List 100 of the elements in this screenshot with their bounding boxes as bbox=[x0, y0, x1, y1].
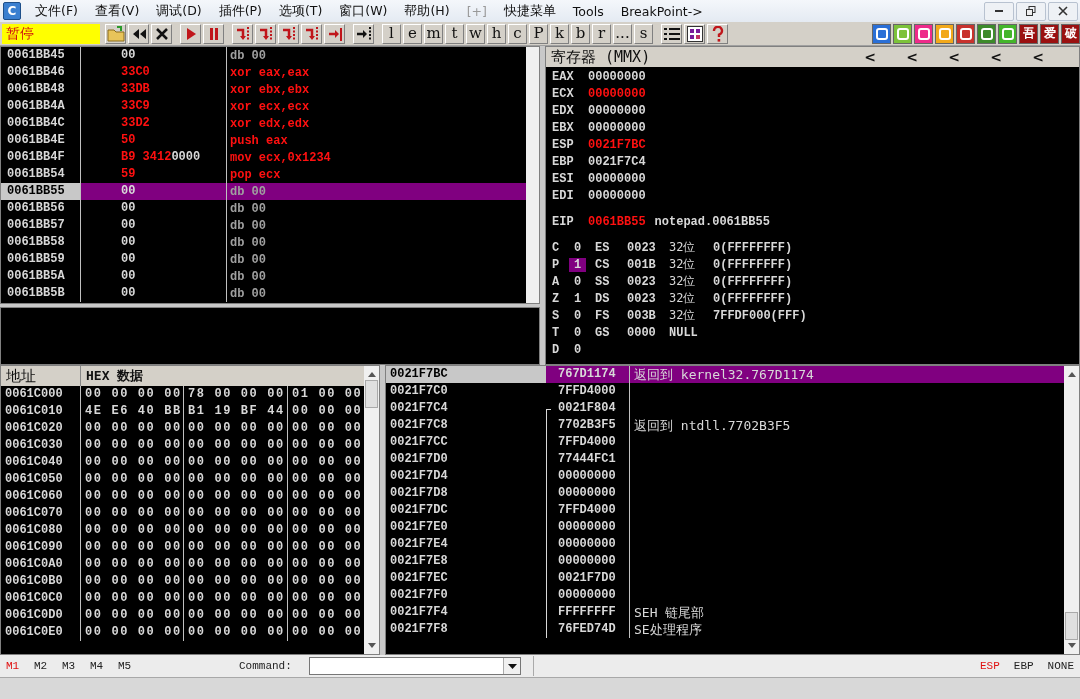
scroll-down-icon[interactable] bbox=[1067, 643, 1076, 648]
menu-item[interactable]: 文件(F) bbox=[27, 2, 87, 20]
dropdown-arrow-icon[interactable] bbox=[507, 663, 517, 669]
app-icon[interactable]: C bbox=[3, 2, 21, 20]
arrow-button[interactable]: < bbox=[933, 49, 975, 65]
flag-value[interactable]: 0 bbox=[569, 274, 586, 289]
value-cell: 7FFD4000 bbox=[552, 383, 630, 400]
window-button[interactable]: h bbox=[487, 23, 506, 44]
flag-value[interactable]: 0 bbox=[569, 308, 586, 323]
dump-tab[interactable]: M3 bbox=[56, 660, 84, 672]
stack-mode-tab[interactable]: ESP bbox=[979, 660, 1000, 672]
address-cell: 0061BB4A bbox=[1, 98, 81, 115]
scroll-thumb[interactable] bbox=[1065, 612, 1078, 640]
scroll-down-icon[interactable] bbox=[367, 643, 376, 648]
scroll-thumb[interactable] bbox=[365, 380, 378, 408]
column-header[interactable]: HEX 数据 bbox=[81, 366, 144, 386]
window-button[interactable]: k bbox=[550, 23, 569, 44]
command-field[interactable] bbox=[309, 657, 521, 675]
scroll-up-icon[interactable] bbox=[1067, 372, 1076, 377]
menu-item[interactable]: 查看(V) bbox=[86, 2, 149, 20]
scrollbar[interactable] bbox=[1064, 366, 1079, 654]
hex-cell-text: 00 00 00 bbox=[291, 505, 363, 522]
address-cell-text: 0021F7C4 bbox=[389, 400, 449, 417]
register-value[interactable]: 00000000 bbox=[588, 69, 646, 84]
register-value[interactable]: 00000000 bbox=[588, 120, 646, 135]
register-value[interactable]: 0061BB55 bbox=[588, 214, 646, 229]
window-button[interactable]: r bbox=[592, 23, 611, 44]
restore-button[interactable] bbox=[1016, 1, 1046, 21]
plugin-icon[interactable] bbox=[956, 23, 975, 44]
arrow-button[interactable]: < bbox=[975, 49, 1017, 65]
menu-item[interactable]: Tools bbox=[564, 3, 613, 19]
flag-value[interactable]: 0 bbox=[569, 240, 586, 255]
menu-item[interactable]: 调试(D) bbox=[148, 2, 211, 20]
plugin-icon[interactable] bbox=[998, 23, 1017, 44]
scrollbar[interactable] bbox=[526, 47, 539, 303]
open-folder-icon[interactable] bbox=[105, 23, 126, 44]
plugin-icon[interactable] bbox=[977, 23, 996, 44]
menu-item[interactable]: 选项(T) bbox=[270, 2, 332, 20]
menu-item[interactable]: BreakPoint-> bbox=[612, 3, 712, 19]
register-value[interactable]: 00000000 bbox=[588, 188, 646, 203]
window-button[interactable]: P bbox=[529, 23, 548, 44]
register-value[interactable]: 0021F7BC bbox=[588, 137, 646, 152]
column-header[interactable]: 地址 bbox=[1, 366, 81, 386]
window-button[interactable]: l bbox=[382, 23, 401, 44]
arrow-button[interactable]: < bbox=[1017, 49, 1059, 65]
plugin-button[interactable]: 吾 bbox=[1019, 23, 1038, 44]
list-icon[interactable] bbox=[661, 23, 682, 44]
hex-cell: 00 00 00 00 bbox=[184, 420, 288, 437]
address-cell-text: 0021F7D4 bbox=[389, 468, 449, 485]
dump-tab[interactable]: M4 bbox=[84, 660, 112, 672]
arrow-button[interactable]: < bbox=[849, 49, 891, 65]
flag-value[interactable]: 1 bbox=[569, 257, 586, 272]
menu-item[interactable]: 帮助(H) bbox=[396, 2, 459, 20]
window-button[interactable]: b bbox=[571, 23, 590, 44]
menu-item[interactable]: 插件(P) bbox=[210, 2, 271, 20]
scroll-up-icon[interactable] bbox=[367, 372, 376, 377]
plugin-icon[interactable] bbox=[935, 23, 954, 44]
flag-value[interactable]: 0 bbox=[569, 342, 586, 357]
plugin-icon[interactable] bbox=[914, 23, 933, 44]
menu-item[interactable]: 窗口(W) bbox=[331, 2, 397, 20]
window-button[interactable]: s bbox=[634, 23, 653, 44]
register-value[interactable]: 00000000 bbox=[588, 103, 646, 118]
address-cell-text: 0021F7D8 bbox=[389, 485, 449, 502]
close-button[interactable] bbox=[1048, 1, 1078, 21]
close-icon[interactable] bbox=[151, 23, 172, 44]
hex-cell: 00 00 00 00 bbox=[81, 505, 184, 522]
window-button[interactable]: w bbox=[466, 23, 485, 44]
minimize-button[interactable] bbox=[984, 1, 1014, 21]
grid-icon[interactable] bbox=[684, 23, 705, 44]
window-button[interactable]: e bbox=[403, 23, 422, 44]
hex-cell: 00 00 00 00 bbox=[184, 590, 288, 607]
step-out-icon[interactable] bbox=[324, 23, 345, 44]
plugin-icon[interactable] bbox=[893, 23, 912, 44]
play-icon[interactable] bbox=[180, 23, 201, 44]
go-to-icon[interactable] bbox=[353, 23, 374, 44]
plugin-icon[interactable] bbox=[872, 23, 891, 44]
flag-value[interactable]: 1 bbox=[569, 291, 586, 306]
register-name: EDX bbox=[552, 103, 575, 118]
window-button[interactable]: ... bbox=[613, 23, 632, 44]
dump-tab[interactable]: M2 bbox=[28, 660, 56, 672]
window-button[interactable]: c bbox=[508, 23, 527, 44]
plugin-button[interactable]: 爱 bbox=[1040, 23, 1059, 44]
stack-mode-tab[interactable]: NONE bbox=[1047, 660, 1074, 672]
scrollbar[interactable] bbox=[364, 366, 379, 654]
help-icon[interactable] bbox=[707, 23, 728, 44]
segment-base: 0(FFFFFFFF) bbox=[713, 291, 793, 306]
restart-icon[interactable] bbox=[128, 23, 149, 44]
register-value[interactable]: 0021F7C4 bbox=[588, 154, 646, 169]
dump-tab[interactable]: M5 bbox=[112, 660, 140, 672]
pause-icon[interactable] bbox=[203, 23, 224, 44]
dump-tab[interactable]: M1 bbox=[0, 660, 28, 672]
register-value[interactable]: 00000000 bbox=[588, 171, 646, 186]
menu-item[interactable]: 快捷菜单 bbox=[495, 2, 565, 20]
window-button[interactable]: m bbox=[424, 23, 443, 44]
stack-mode-tab[interactable]: EBP bbox=[1013, 660, 1034, 672]
plugin-button[interactable]: 破 bbox=[1061, 23, 1080, 44]
flag-value[interactable]: 0 bbox=[569, 325, 586, 340]
arrow-button[interactable]: < bbox=[891, 49, 933, 65]
register-value[interactable]: 00000000 bbox=[588, 86, 646, 101]
window-button[interactable]: t bbox=[445, 23, 464, 44]
